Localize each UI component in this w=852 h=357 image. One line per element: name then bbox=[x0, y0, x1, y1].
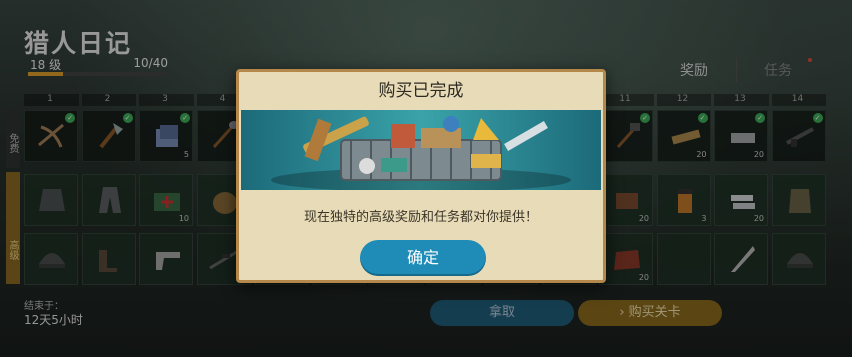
loot-cart-icon bbox=[241, 110, 601, 190]
dialog-message: 现在独特的高级奖励和任务都对你提供！ bbox=[303, 210, 538, 225]
dialog-title: 购买已完成 bbox=[378, 81, 464, 101]
purchase-complete-dialog: 购买已完成 现在独特的高级奖励和任务都对你提供！ 确定 bbox=[236, 69, 606, 283]
confirm-button[interactable]: 确定 bbox=[360, 240, 486, 276]
